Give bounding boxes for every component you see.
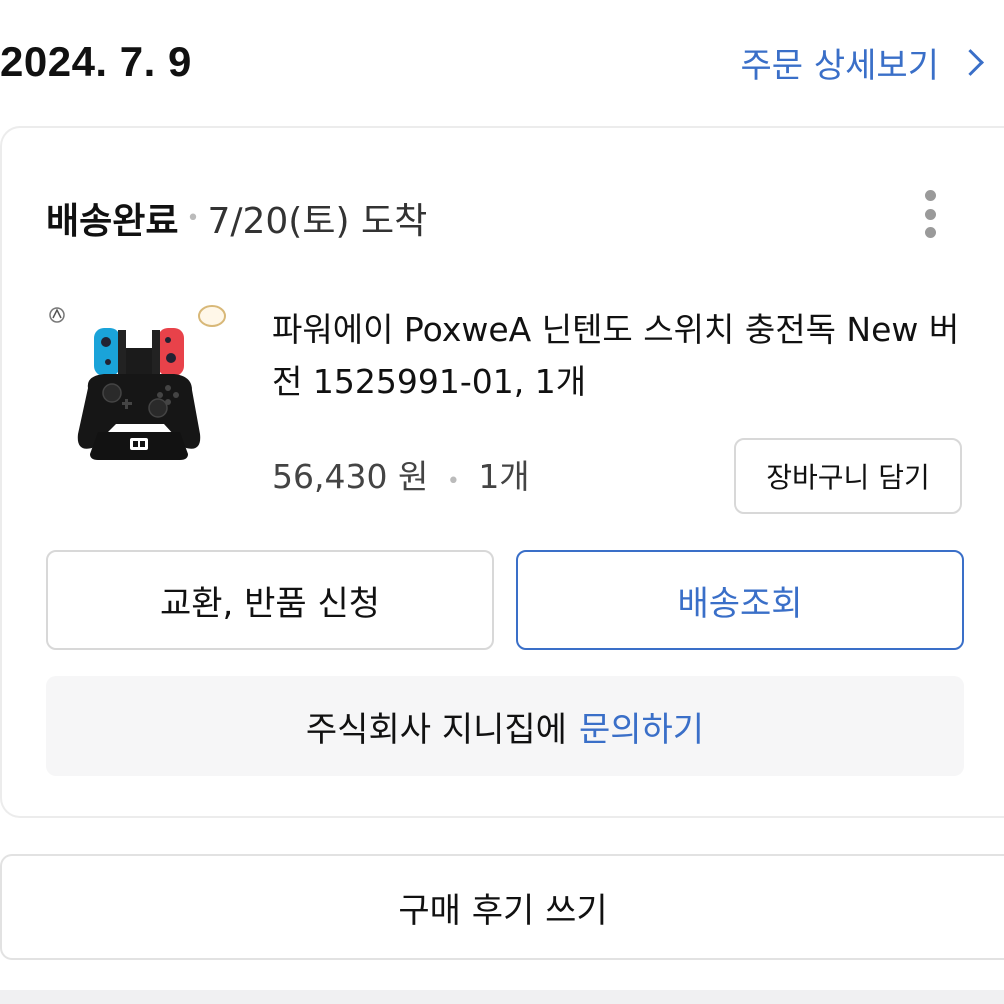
order-detail-link[interactable]: 주문 상세보기 <box>741 38 991 87</box>
dot-separator: • <box>446 469 460 494</box>
dot-separator: • <box>186 205 200 231</box>
order-date: 2024. 7. 9 <box>0 38 192 85</box>
product-price: 56,430 원 <box>272 457 429 496</box>
delivery-status: 배송완료 • 7/20(토) 도착 <box>46 192 427 244</box>
seller-inquiry: 주식회사 지니집에 문의하기 <box>46 676 964 776</box>
product-price-line: 56,430 원 • 1개 <box>272 450 530 498</box>
order-card: 배송완료 • 7/20(토) 도착 파워에이 PoxweA 닌텐도 스위치 충전… <box>0 126 1004 818</box>
exchange-return-button[interactable]: 교환, 반품 신청 <box>46 550 494 650</box>
seller-inquiry-text: 주식회사 지니집에 <box>305 709 567 750</box>
write-review-button[interactable]: 구매 후기 쓰기 <box>0 854 1004 960</box>
bottom-divider <box>0 990 1004 1004</box>
product-image[interactable] <box>46 296 232 482</box>
more-options-icon[interactable] <box>920 190 940 238</box>
arrival-date: 7/20(토) 도착 <box>207 201 428 242</box>
chevron-right-icon <box>957 49 984 76</box>
add-to-cart-button[interactable]: 장바구니 담기 <box>734 438 962 514</box>
product-title[interactable]: 파워에이 PoxweA 닌텐도 스위치 충전독 New 버전 1525991-0… <box>272 304 972 408</box>
track-delivery-button[interactable]: 배송조회 <box>516 550 964 650</box>
product-quantity: 1개 <box>478 457 530 496</box>
order-detail-label: 주문 상세보기 <box>740 46 940 86</box>
inquiry-link[interactable]: 문의하기 <box>579 702 704 751</box>
delivery-status-label: 배송완료 <box>46 201 179 242</box>
order-header: 2024. 7. 9 주문 상세보기 <box>0 0 1004 126</box>
